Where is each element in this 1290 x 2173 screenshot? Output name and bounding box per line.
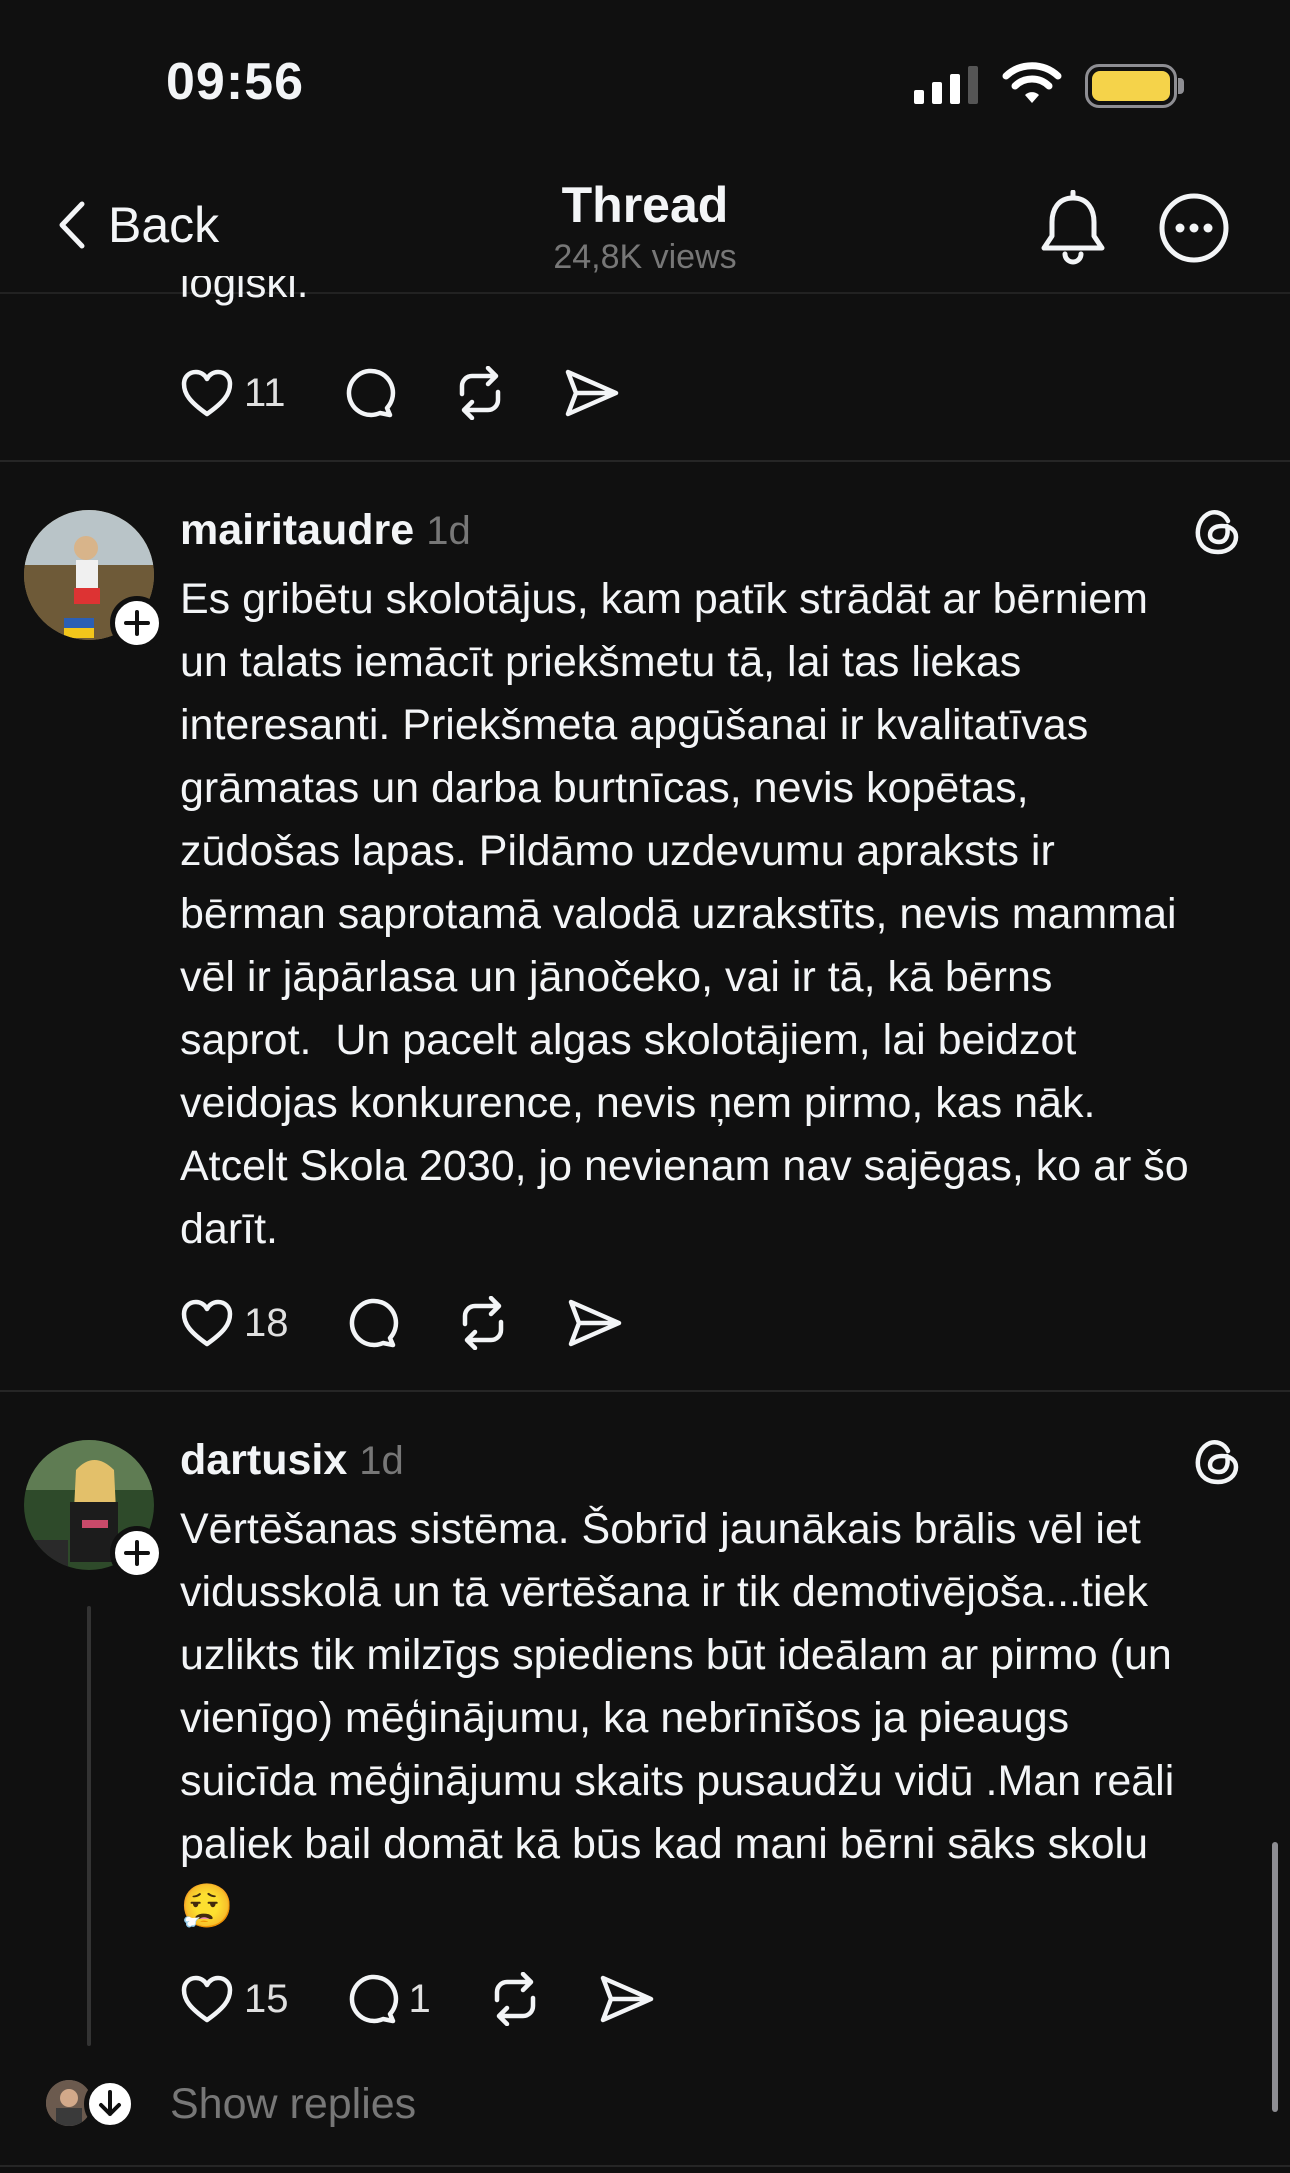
prev-post-actions: 11 [180,366,676,420]
bell-icon[interactable] [1038,189,1108,271]
like-count: 18 [244,1300,289,1345]
like-button[interactable]: 18 [180,1298,289,1348]
battery-icon [1085,64,1177,108]
repost-button[interactable] [455,1296,511,1350]
share-button[interactable] [564,368,620,418]
threads-logo-icon[interactable] [1192,1436,1242,1486]
reply-button[interactable]: 1 [345,1972,431,2026]
post-text: Es gribētu skolotājus, kam patīk strādāt… [180,575,1189,1253]
reply-button[interactable] [342,366,396,420]
show-replies-button[interactable]: Show replies [170,2080,416,2129]
heart-icon [181,1975,233,2023]
repost-button[interactable] [487,1972,543,2026]
comment-icon [349,1298,398,1348]
like-button[interactable]: 15 [180,1974,289,2024]
post-header: dartusix 1d [180,1436,404,1485]
scrollbar[interactable] [1272,1842,1278,2112]
like-count: 15 [244,1976,289,2021]
comment-icon [346,368,395,418]
post-divider [0,1390,1290,1392]
heart-icon [181,369,233,417]
post-text: Vērtēšanas sistēma. Šobrīd jaunākais brā… [180,1505,1175,1931]
send-icon [568,1299,621,1347]
post-header: mairitaudre 1d [180,506,471,555]
repost-icon [459,366,500,420]
send-icon [600,1975,653,2023]
post-divider [0,2165,1290,2167]
username[interactable]: dartusix [180,1436,347,1485]
share-button[interactable] [567,1298,623,1348]
send-icon [565,369,618,417]
reply-count: 1 [408,1976,431,2021]
cellular-signal-icon [914,64,978,104]
battery-nub [1178,78,1184,94]
follow-plus-icon[interactable] [110,1526,164,1580]
thread-line [87,1606,91,2046]
repost-button[interactable] [452,366,508,420]
comment-icon [349,1974,398,2024]
prev-post-text: loģiski. [180,276,309,306]
post-actions: 18 [180,1296,679,1350]
wifi-icon [1002,62,1062,111]
post-time: 1d [426,509,471,553]
repost-icon [462,1296,503,1350]
like-button[interactable]: 11 [180,368,286,418]
threads-logo-icon[interactable] [1192,506,1242,556]
follow-plus-icon[interactable] [110,596,164,650]
arrow-down-icon[interactable] [84,2078,136,2130]
username[interactable]: mairitaudre [180,506,414,555]
post-actions: 15 1 [180,1972,711,2026]
post-divider [0,460,1290,462]
like-count: 11 [244,370,286,415]
post-time: 1d [359,1439,404,1483]
repost-icon [494,1972,535,2026]
more-options-icon[interactable] [1158,192,1230,269]
reply-button[interactable] [345,1296,399,1350]
share-button[interactable] [599,1974,655,2024]
heart-icon [181,1299,233,1347]
status-time: 09:56 [166,53,304,111]
